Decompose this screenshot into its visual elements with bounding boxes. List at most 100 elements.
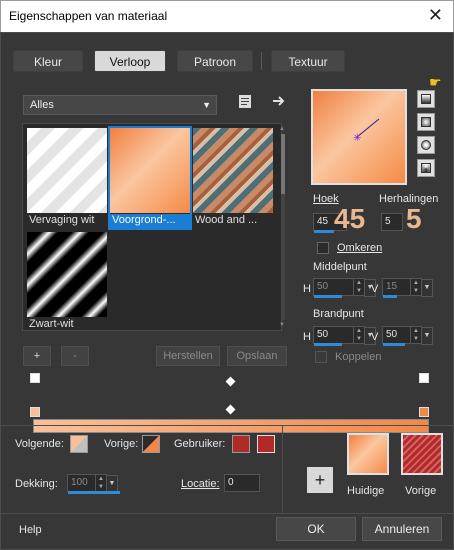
repeats-input[interactable]: 5 (381, 213, 403, 231)
gradient-library-grid: Vervaging wit Voorgrond-... Wood and ...… (22, 123, 285, 332)
restore-button[interactable]: Herstellen (156, 346, 220, 366)
opacity-stop-right[interactable] (419, 373, 429, 383)
divider (282, 425, 283, 513)
gradient-preview-image (110, 128, 190, 213)
tab-textuur[interactable]: Textuur (271, 50, 345, 72)
opacity-midpoint[interactable] (225, 376, 236, 387)
opacity-label: Dekking: (15, 478, 58, 490)
angle-big-value: 45 (334, 203, 366, 234)
color-stop-left[interactable] (30, 407, 40, 417)
invert-label: Omkeren (337, 242, 383, 254)
focal-label: Brandpunt (313, 308, 364, 320)
focal-h-input[interactable]: 50 ▲ ▼ ▼ (313, 326, 376, 346)
focal-v-input[interactable]: 50 ▲ ▼ ▼ (382, 326, 433, 346)
focal-v-slider[interactable] (383, 343, 405, 346)
opacity-stop-left[interactable] (30, 373, 40, 383)
center-v-value: 15 (386, 281, 398, 292)
spin-arrows-icon[interactable]: ▲ ▼ (353, 327, 364, 343)
center-h-label: H (303, 283, 311, 295)
save-gradient-button[interactable]: Opslaan (227, 346, 287, 366)
repeats-big-value: 5 (406, 203, 422, 234)
link-checkbox[interactable] (315, 351, 327, 363)
radial-style-button[interactable] (417, 159, 435, 177)
location-value: 0 (228, 477, 234, 488)
gradient-thumb-label: Vervaging wit (29, 214, 95, 226)
category-dropdown[interactable]: Alles ▼ (23, 95, 217, 115)
close-icon[interactable]: ✕ (428, 5, 443, 26)
scroll-up-icon[interactable]: ▲ (279, 126, 285, 132)
svg-text:✳: ✳ (353, 133, 361, 144)
next-color-swatch[interactable] (70, 435, 88, 453)
library-scrollbar[interactable]: ▲ ▼ (279, 126, 287, 328)
gradient-thumb-label: Wood and ... (195, 214, 258, 226)
focal-h-label: H (303, 331, 311, 343)
category-value: Alles (30, 99, 54, 111)
scroll-down-icon[interactable]: ▼ (279, 322, 285, 328)
angle-value: 45 (317, 216, 329, 227)
tab-verloop[interactable]: Verloop (94, 50, 166, 72)
chevron-down-icon: ▼ (202, 100, 211, 110)
linear-style-icon (421, 94, 431, 104)
color-midpoint[interactable] (225, 404, 236, 415)
center-v-input[interactable]: 15 ▲ ▼ ▼ (382, 278, 433, 298)
gradient-thumb-voorgrond[interactable]: Voorgrond-... (108, 126, 192, 230)
rectangular-style-button[interactable] (417, 113, 435, 131)
gradient-thumb-label: Voorgrond-... (110, 214, 190, 228)
center-h-slider[interactable] (314, 295, 342, 298)
tab-separator (261, 52, 262, 70)
opacity-value: 100 (71, 477, 88, 488)
prev-color-swatch[interactable] (142, 435, 160, 453)
center-h-input[interactable]: 50 ▲ ▼ ▼ (313, 278, 376, 298)
angle-handle-icon: ✳ (353, 118, 380, 144)
next-label: Volgende: (15, 438, 64, 450)
pointing-hand-icon: ☛ (429, 74, 442, 90)
cancel-button[interactable]: Annuleren (362, 517, 442, 541)
tab-patroon[interactable]: Patroon (177, 50, 253, 72)
gradient-thumb-wood[interactable]: Wood and ... (193, 128, 273, 228)
dropdown-arrow-icon[interactable]: ▼ (421, 327, 433, 345)
gradient-preview[interactable]: ✳ (311, 89, 407, 185)
remove-gradient-button[interactable]: - (61, 346, 89, 366)
focal-h-slider[interactable] (314, 343, 342, 346)
opacity-slider[interactable] (68, 491, 120, 494)
linear-style-button[interactable] (417, 90, 435, 108)
spin-arrows-icon[interactable]: ▲ ▼ (95, 475, 106, 491)
center-h-value: 50 (317, 281, 329, 292)
gradient-thumb-zwart-wit[interactable]: Zwart-wit (27, 232, 107, 332)
invert-checkbox[interactable] (317, 242, 329, 254)
add-gradient-button[interactable]: + (23, 346, 51, 366)
gradient-preview-image (193, 128, 273, 213)
location-input[interactable]: 0 (224, 474, 260, 492)
gradient-thumb-vervaging-wit[interactable]: Vervaging wit (27, 128, 107, 228)
spin-arrows-icon[interactable]: ▲ ▼ (410, 327, 421, 343)
user-color-swatch-2[interactable] (257, 435, 275, 453)
library-list-icon[interactable] (237, 93, 253, 112)
gradient-bar[interactable] (33, 419, 429, 433)
user-color-swatch[interactable] (232, 435, 250, 453)
arrow-right-icon[interactable] (271, 93, 287, 112)
window-title: Eigenschappen van materiaal (9, 9, 168, 23)
scroll-thumb[interactable] (281, 134, 285, 194)
sunburst-style-button[interactable] (417, 136, 435, 154)
location-label: Locatie: (181, 478, 220, 490)
previous-material-swatch[interactable] (401, 433, 443, 475)
gradient-preview-image (27, 128, 107, 213)
previous-swatch-label: Vorige (405, 485, 437, 497)
radial-style-icon (421, 163, 431, 173)
center-v-slider[interactable] (383, 295, 397, 298)
spin-arrows-icon[interactable]: ▲ ▼ (410, 279, 421, 295)
current-material-swatch[interactable] (347, 433, 389, 475)
gradient-thumb-label: Zwart-wit (29, 318, 74, 330)
add-to-swatches-button[interactable]: + (307, 467, 333, 493)
focal-v-value: 50 (386, 329, 398, 340)
color-stop-right[interactable] (419, 407, 429, 417)
dropdown-arrow-icon[interactable]: ▼ (421, 279, 433, 297)
help-link[interactable]: Help (19, 524, 42, 536)
tab-kleur[interactable]: Kleur (13, 50, 83, 72)
ok-button[interactable]: OK (276, 517, 356, 541)
rectangular-style-icon (421, 117, 431, 127)
opacity-input[interactable]: 100 ▲ ▼ ▼ (67, 474, 120, 494)
spin-arrows-icon[interactable]: ▲ ▼ (353, 279, 364, 295)
title-bar: Eigenschappen van materiaal ✕ (0, 0, 454, 32)
angle-slider-bar[interactable] (314, 230, 334, 233)
